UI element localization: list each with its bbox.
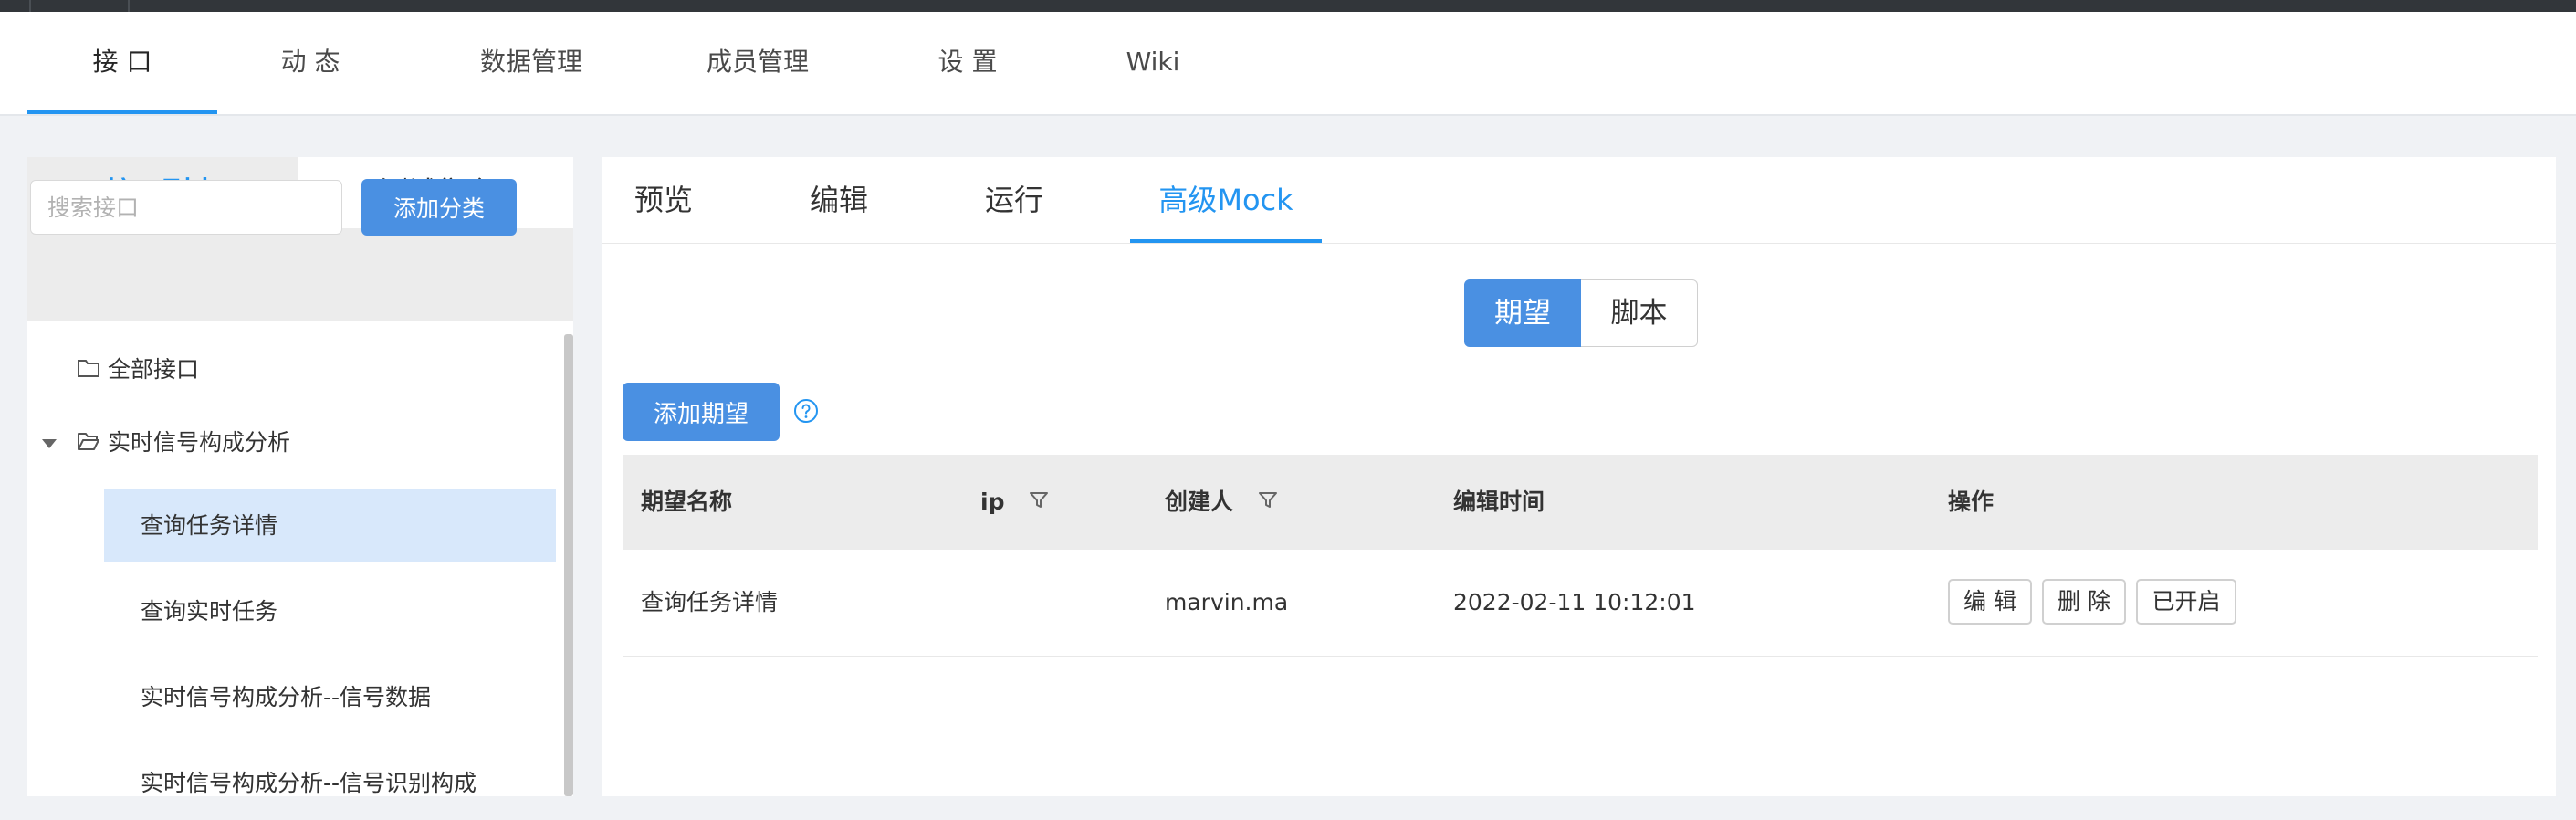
delete-button[interactable]: 删 除 (2042, 579, 2126, 625)
edit-button[interactable]: 编 辑 (1948, 579, 2032, 625)
caret-down-icon[interactable] (42, 439, 57, 448)
tab-edit[interactable]: 编辑 (809, 157, 869, 243)
column-header-name: 期望名称 (641, 489, 733, 515)
column-header-ip: ip (980, 455, 1049, 550)
tree-leaf-query-realtime-task[interactable]: 查询实时任务 (104, 575, 556, 648)
interface-sidebar: 接口列表 测试集合 全部接口 实时信号构成分析 查询任务详情 查询实时任务 实时… (27, 157, 573, 796)
tree-category-signal-analysis[interactable]: 实时信号构成分析 (27, 415, 539, 470)
tab-wiki[interactable]: Wiki (1112, 12, 1194, 112)
main-panel: 预览 编辑 运行 高级Mock 期望 脚本 添加期望 期望名称 ip 创建人 编… (602, 157, 2556, 796)
tree-leaf-query-task-detail[interactable]: 查询任务详情 (104, 489, 556, 562)
column-header-actions: 操作 (1948, 489, 1995, 515)
folder-icon (77, 343, 100, 398)
tab-interface[interactable]: 接 口 (27, 12, 217, 114)
tree-leaf-signal-recognition[interactable]: 实时信号构成分析--信号识别构成 (104, 747, 556, 820)
add-category-button[interactable]: 添加分类 (361, 179, 517, 236)
tab-divider (602, 243, 2556, 244)
header-divider (29, 0, 31, 12)
top-header-bar (0, 0, 2576, 12)
tab-activity[interactable]: 动 态 (260, 12, 361, 112)
cell-name: 查询任务详情 (641, 589, 779, 615)
cell-edit-time: 2022-02-11 10:12:01 (1453, 589, 1696, 615)
table-header: 期望名称 ip 创建人 编辑时间 操作 (623, 455, 2538, 550)
folder-open-icon (77, 416, 100, 471)
tree-leaf-signal-data[interactable]: 实时信号构成分析--信号数据 (104, 661, 556, 734)
sidebar-search-bar (27, 228, 573, 321)
tab-run[interactable]: 运行 (984, 157, 1044, 243)
help-circle-icon[interactable] (793, 398, 819, 424)
tab-settings[interactable]: 设 置 (922, 12, 1013, 112)
tree-item-all-interfaces[interactable]: 全部接口 (77, 342, 199, 397)
table-row: 查询任务详情 marvin.ma 2022-02-11 10:12:01 编 辑… (623, 550, 2538, 657)
tree-category-label: 实时信号构成分析 (108, 429, 291, 456)
tree-item-label: 全部接口 (108, 356, 200, 383)
filter-icon[interactable] (1258, 456, 1278, 551)
tab-data-management[interactable]: 数据管理 (458, 12, 604, 112)
project-nav: 接 口 动 态 数据管理 成员管理 设 置 Wiki (0, 12, 2576, 116)
enabled-toggle-button[interactable]: 已开启 (2136, 579, 2236, 625)
tab-preview[interactable]: 预览 (634, 157, 694, 243)
filter-icon[interactable] (1029, 456, 1049, 551)
toggle-script[interactable]: 脚本 (1581, 279, 1698, 347)
search-interface-input[interactable] (30, 180, 342, 235)
header-divider (128, 0, 130, 12)
cell-creator: marvin.ma (1165, 589, 1289, 615)
column-header-edit-time: 编辑时间 (1453, 489, 1545, 515)
tab-member-management[interactable]: 成员管理 (685, 12, 831, 112)
add-expectation-button[interactable]: 添加期望 (623, 383, 780, 441)
tab-advanced-mock[interactable]: 高级Mock (1130, 157, 1322, 243)
sidebar-scrollbar[interactable] (564, 334, 573, 796)
toggle-expectation[interactable]: 期望 (1464, 279, 1581, 347)
column-header-creator: 创建人 (1165, 455, 1278, 550)
